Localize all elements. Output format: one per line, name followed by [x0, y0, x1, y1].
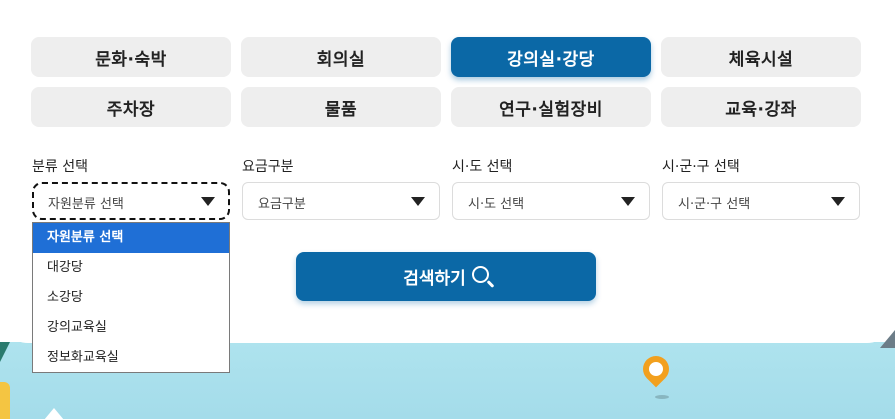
dropdown-option-default[interactable]: 자원분류 선택 [33, 223, 229, 253]
tab-culture-lodging[interactable]: 문화·숙박 [31, 37, 231, 77]
dropdown-option-large-auditorium[interactable]: 대강당 [33, 253, 229, 283]
fee-type-select-value: 요금구분 [258, 197, 306, 212]
chevron-down-icon [831, 197, 845, 206]
chevron-down-icon [411, 197, 425, 206]
person-illustration [0, 382, 10, 419]
chevron-down-icon [621, 197, 635, 206]
dropdown-option-computer-room[interactable]: 정보화교육실 [33, 343, 229, 373]
tab-goods[interactable]: 물품 [241, 87, 441, 127]
map-pin-shadow [655, 395, 669, 399]
tab-sports-facility[interactable]: 체육시설 [661, 37, 861, 77]
fee-type-select[interactable]: 요금구분 [242, 182, 440, 220]
resource-type-label: 분류 선택 [32, 159, 88, 175]
province-label: 시·도 선택 [452, 159, 513, 175]
district-label: 시·군·구 선택 [662, 159, 740, 175]
tab-parking[interactable]: 주차장 [31, 87, 231, 127]
tab-meeting-room[interactable]: 회의실 [241, 37, 441, 77]
search-icon [471, 266, 489, 283]
province-select[interactable]: 시·도 선택 [452, 182, 650, 220]
resource-type-select[interactable]: 자원분류 선택 [32, 182, 230, 220]
district-select-value: 시·군·구 선택 [678, 197, 751, 212]
search-button[interactable]: 검색하기 [296, 252, 596, 301]
search-button-label: 검색하기 [403, 269, 466, 289]
dropdown-option-small-auditorium[interactable]: 소강당 [33, 283, 229, 313]
province-select-value: 시·도 선택 [468, 197, 525, 212]
fee-type-label: 요금구분 [242, 159, 294, 175]
tab-research-equipment[interactable]: 연구·실험장비 [451, 87, 651, 127]
chevron-down-icon [201, 197, 215, 206]
resource-type-dropdown-list: 자원분류 선택 대강당 소강당 강의교육실 정보화교육실 [32, 222, 230, 373]
resource-type-select-value: 자원분류 선택 [48, 197, 124, 212]
district-select[interactable]: 시·군·구 선택 [662, 182, 860, 220]
tab-education-course[interactable]: 교육·강좌 [661, 87, 861, 127]
dropdown-option-lecture-room[interactable]: 강의교육실 [33, 313, 229, 343]
tab-lecture-hall[interactable]: 강의실·강당 [451, 37, 651, 77]
